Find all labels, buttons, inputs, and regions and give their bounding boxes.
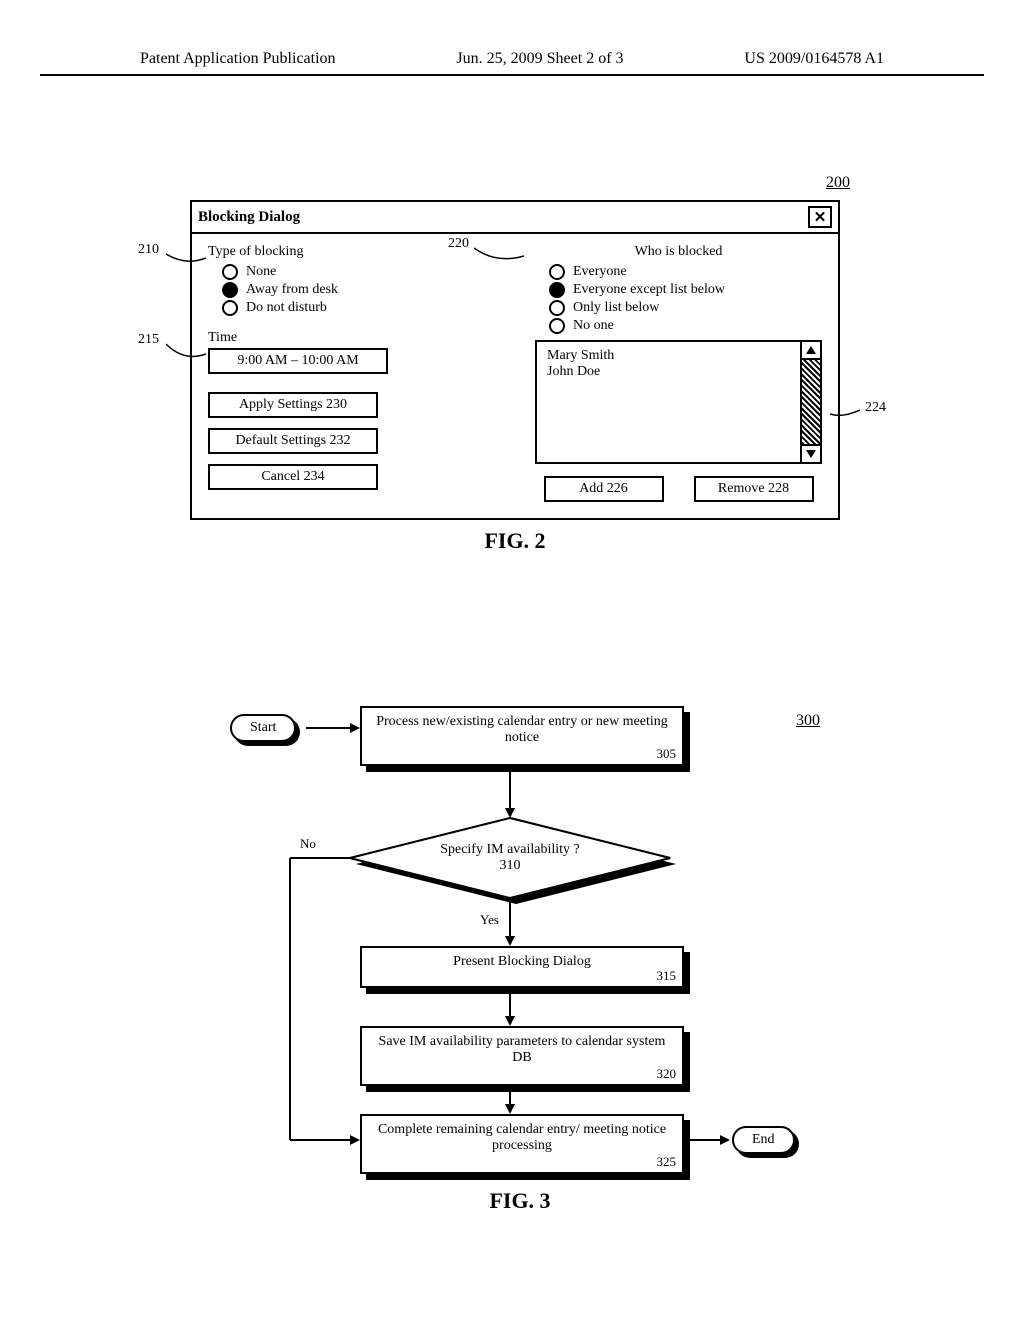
radio-icon xyxy=(549,318,565,334)
blocked-listbox[interactable]: Mary Smith John Doe xyxy=(535,340,822,464)
flow-ref: 310 xyxy=(410,858,610,874)
leader-224 xyxy=(830,406,860,420)
list-item[interactable]: Mary Smith xyxy=(547,348,790,364)
flow-ref: 320 xyxy=(657,1066,677,1082)
flow-step-315: Present Blocking Dialog 315 xyxy=(360,946,684,988)
flow-ref: 305 xyxy=(657,746,677,762)
callout-220: 220 xyxy=(448,236,469,252)
callout-224: 224 xyxy=(865,400,886,416)
chevron-up-icon xyxy=(806,346,816,354)
who-is-blocked-label: Who is blocked xyxy=(535,244,822,260)
right-column: Who is blocked Everyone Everyone except … xyxy=(535,244,822,502)
radio-label: Everyone except list below xyxy=(573,282,725,298)
radio-icon xyxy=(222,282,238,298)
flow-start: Start xyxy=(230,714,296,742)
radio-icon xyxy=(549,282,565,298)
leader-220 xyxy=(474,244,524,266)
leader-210 xyxy=(166,248,206,268)
flow-text: Specify IM availability ? xyxy=(410,842,610,858)
radio-label: No one xyxy=(573,318,614,334)
radio-label: Away from desk xyxy=(246,282,338,298)
flow-step-320: Save IM availability parameters to calen… xyxy=(360,1026,684,1086)
flow-text: Present Blocking Dialog xyxy=(453,954,591,969)
radio-do-not-disturb[interactable]: Do not disturb xyxy=(222,300,495,316)
time-label: Time xyxy=(208,330,495,346)
radio-icon xyxy=(549,300,565,316)
radio-away-from-desk[interactable]: Away from desk xyxy=(222,282,495,298)
radio-label: Everyone xyxy=(573,264,627,280)
callout-215: 215 xyxy=(138,332,159,348)
callout-210: 210 xyxy=(138,242,159,258)
ref-200: 200 xyxy=(826,174,850,192)
radio-label: Do not disturb xyxy=(246,300,327,316)
close-icon[interactable]: ✕ xyxy=(808,206,832,228)
radio-label: None xyxy=(246,264,276,280)
dialog-titlebar: Blocking Dialog ✕ xyxy=(192,202,838,234)
scroll-down-button[interactable] xyxy=(802,444,820,462)
figure-3-caption: FIG. 3 xyxy=(180,1188,860,1214)
radio-no-one[interactable]: No one xyxy=(549,318,822,334)
header-left: Patent Application Publication xyxy=(140,50,336,68)
flow-text: Process new/existing calendar entry or n… xyxy=(376,714,668,745)
add-button[interactable]: Add 226 xyxy=(544,476,664,502)
header-right: US 2009/0164578 A1 xyxy=(744,50,884,68)
figure-2: 200 210 215 220 224 Blocking Dialog ✕ Ty… xyxy=(190,200,840,554)
dialog-title: Blocking Dialog xyxy=(198,209,300,226)
flow-text: Complete remaining calendar entry/ meeti… xyxy=(378,1122,666,1153)
scrollbar[interactable] xyxy=(800,342,820,462)
figure-2-caption: FIG. 2 xyxy=(190,528,840,554)
label-yes: Yes xyxy=(480,912,499,928)
flow-step-305: Process new/existing calendar entry or n… xyxy=(360,706,684,766)
flow-end: End xyxy=(732,1126,795,1154)
left-column: Type of blocking None Away from desk Do … xyxy=(208,244,495,502)
apply-settings-button[interactable]: Apply Settings 230 xyxy=(208,392,378,418)
radio-none[interactable]: None xyxy=(222,264,495,280)
list-item[interactable]: John Doe xyxy=(547,364,790,380)
flow-decision-310: Specify IM availability ? 310 xyxy=(410,842,610,874)
chevron-down-icon xyxy=(806,450,816,458)
radio-everyone-except[interactable]: Everyone except list below xyxy=(549,282,822,298)
flow-ref: 325 xyxy=(657,1154,677,1170)
leader-215 xyxy=(166,338,206,362)
radio-only-list[interactable]: Only list below xyxy=(549,300,822,316)
flow-text: Save IM availability parameters to calen… xyxy=(379,1034,666,1065)
scroll-track[interactable] xyxy=(802,360,820,444)
flow-ref: 315 xyxy=(657,968,677,984)
radio-label: Only list below xyxy=(573,300,659,316)
radio-icon xyxy=(549,264,565,280)
radio-icon xyxy=(222,300,238,316)
remove-button[interactable]: Remove 228 xyxy=(694,476,814,502)
page-header: Patent Application Publication Jun. 25, … xyxy=(40,0,984,76)
cancel-button[interactable]: Cancel 234 xyxy=(208,464,378,490)
flow-step-325: Complete remaining calendar entry/ meeti… xyxy=(360,1114,684,1174)
label-no: No xyxy=(300,836,316,852)
time-input[interactable]: 9:00 AM – 10:00 AM xyxy=(208,348,388,374)
radio-icon xyxy=(222,264,238,280)
time-section: Time 9:00 AM – 10:00 AM xyxy=(208,330,495,374)
scroll-up-button[interactable] xyxy=(802,342,820,360)
radio-everyone[interactable]: Everyone xyxy=(549,264,822,280)
default-settings-button[interactable]: Default Settings 232 xyxy=(208,428,378,454)
header-mid: Jun. 25, 2009 Sheet 2 of 3 xyxy=(456,50,623,68)
